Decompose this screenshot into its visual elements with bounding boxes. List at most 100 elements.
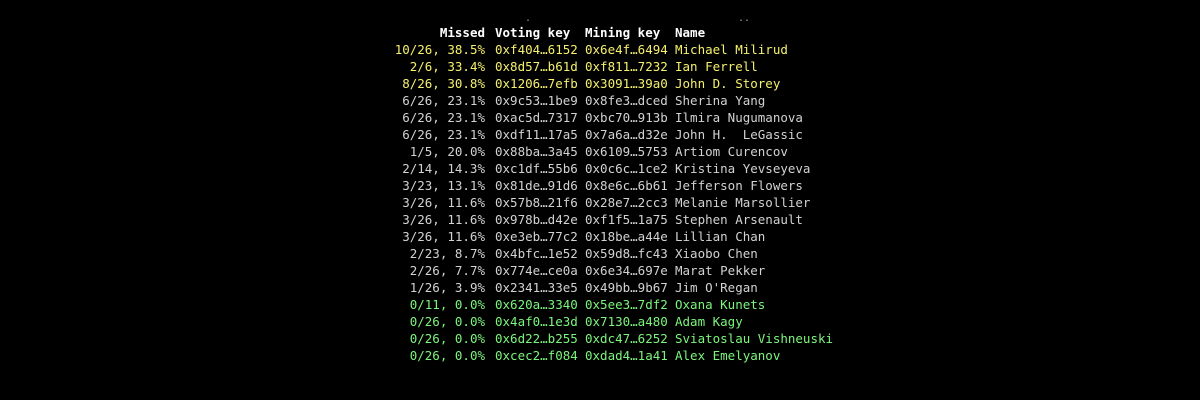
- cell-missed: 2/14, 14.3%: [402, 161, 485, 176]
- cell-mining-key: 0x28e7…2cc3: [585, 195, 668, 210]
- cell-voting-key: 0xc1df…55b6: [495, 161, 578, 176]
- cell-missed: 6/26, 23.1%: [402, 93, 485, 108]
- cell-mining-key: 0xf1f5…1a75: [585, 212, 668, 227]
- cell-name: Ilmira Nugumanova: [675, 110, 803, 125]
- cell-voting-key: 0x8d57…b61d: [495, 59, 578, 74]
- table-row: 2/26, 7.7% 0x774e…ce0a 0x6e34…697e Marat Pe…: [390, 262, 875, 279]
- table-row: 6/26, 23.1% 0xdf11…17a5 0x7a6a…d32e John H.…: [390, 126, 875, 143]
- cell-mining-key: 0xbc70…913b: [585, 110, 668, 125]
- table-row: 8/26, 30.8% 0x1206…7efb 0x3091…39a0 John D.…: [390, 75, 875, 92]
- cell-name: Lillian Chan: [675, 229, 766, 244]
- cell-mining-key: 0xf811…7232: [585, 59, 668, 74]
- cell-name: Marat Pekker: [675, 263, 766, 278]
- cell-name: John H. LeGassic: [675, 127, 803, 142]
- cell-name: Jefferson Flowers: [675, 178, 803, 193]
- cell-mining-key: 0x5ee3…7df2: [585, 297, 668, 312]
- cell-mining-key: 0x7a6a…d32e: [585, 127, 668, 142]
- cell-voting-key: 0xe3eb…77c2: [495, 229, 578, 244]
- table-row: 10/26, 38.5% 0xf404…6152 0x6e4f…6494 Michae…: [390, 41, 875, 58]
- cell-name: Artiom Curencov: [675, 144, 788, 159]
- cell-name: Xiaobo Chen: [675, 246, 758, 261]
- cell-voting-key: 0x4af0…1e3d: [495, 314, 578, 329]
- table-body: 10/26, 38.5% 0xf404…6152 0x6e4f…6494 Michae…: [390, 41, 875, 364]
- cell-name: Oxana Kunets: [675, 297, 766, 312]
- cell-voting-key: 0x4bfc…1e52: [495, 246, 578, 261]
- cell-voting-key: 0xf404…6152: [495, 42, 578, 57]
- cell-voting-key: 0x88ba…3a45: [495, 144, 578, 159]
- cell-missed: 8/26, 30.8%: [402, 76, 485, 91]
- cell-mining-key: 0x7130…a480: [585, 314, 668, 329]
- table-row: 6/26, 23.1% 0xac5d…7317 0xbc70…913b Ilmira …: [390, 109, 875, 126]
- cell-name: Adam Kagy: [675, 314, 743, 329]
- table-row: 3/26, 11.6% 0x57b8…21f6 0x28e7…2cc3 Melanie…: [390, 194, 875, 211]
- validator-table: Missed Voting key Mining key Name 10/26,…: [390, 24, 875, 364]
- table-row: 6/26, 23.1% 0x9c53…1be9 0x8fe3…dced Sherina…: [390, 92, 875, 109]
- cell-name: Alex Emelyanov: [675, 348, 781, 363]
- cell-missed: 6/26, 23.1%: [402, 110, 485, 125]
- cell-missed: 0/26, 0.0%: [409, 348, 485, 363]
- table-header-row: Missed Voting key Mining key Name: [390, 24, 875, 41]
- cell-missed: 6/26, 23.1%: [402, 127, 485, 142]
- cell-mining-key: 0x6109…5753: [585, 144, 668, 159]
- cell-missed: 2/23, 8.7%: [409, 246, 485, 261]
- cell-missed: 3/26, 11.6%: [402, 195, 485, 210]
- cell-missed: 3/23, 13.1%: [402, 178, 485, 193]
- table-row: 2/23, 8.7% 0x4bfc…1e52 0x59d8…fc43 Xiaobo C…: [390, 245, 875, 262]
- cell-voting-key: 0x9c53…1be9: [495, 93, 578, 108]
- cell-mining-key: 0xdad4…1a41: [585, 348, 668, 363]
- cell-mining-key: 0x59d8…fc43: [585, 246, 668, 261]
- table-row: 3/23, 13.1% 0x81de…91d6 0x8e6c…6b61 Jeffers…: [390, 177, 875, 194]
- cell-mining-key: 0x0c6c…1ce2: [585, 161, 668, 176]
- cell-mining-key: 0xdc47…6252: [585, 331, 668, 346]
- cell-mining-key: 0x18be…a44e: [585, 229, 668, 244]
- cell-voting-key: 0xdf11…17a5: [495, 127, 578, 142]
- cell-missed: 1/5, 20.0%: [409, 144, 485, 159]
- decor-dot: ..: [738, 13, 751, 24]
- header-name: Name: [675, 25, 706, 40]
- cell-missed: 0/26, 0.0%: [409, 314, 485, 329]
- cell-voting-key: 0xcec2…f084: [495, 348, 578, 363]
- cell-name: Michael Milirud: [675, 42, 788, 57]
- cell-name: Stephen Arsenault: [675, 212, 803, 227]
- cell-voting-key: 0x81de…91d6: [495, 178, 578, 193]
- cell-voting-key: 0x1206…7efb: [495, 76, 578, 91]
- cell-voting-key: 0x6d22…b255: [495, 331, 578, 346]
- table-row: 0/26, 0.0% 0x4af0…1e3d 0x7130…a480 Adam Kag…: [390, 313, 875, 330]
- table-row: 0/26, 0.0% 0x6d22…b255 0xdc47…6252 Sviatosl…: [390, 330, 875, 347]
- cell-mining-key: 0x6e34…697e: [585, 263, 668, 278]
- cell-name: Jim O'Regan: [675, 280, 758, 295]
- cell-voting-key: 0x57b8…21f6: [495, 195, 578, 210]
- table-row: 2/6, 33.4% 0x8d57…b61d 0xf811…7232 Ian Ferr…: [390, 58, 875, 75]
- decor-dot: .: [525, 13, 532, 24]
- cell-mining-key: 0x49bb…9b67: [585, 280, 668, 295]
- table-row: 2/14, 14.3% 0xc1df…55b6 0x0c6c…1ce2 Kristin…: [390, 160, 875, 177]
- cell-mining-key: 0x3091…39a0: [585, 76, 668, 91]
- cell-voting-key: 0x2341…33e5: [495, 280, 578, 295]
- header-voting-key: Voting key: [495, 25, 571, 40]
- table-row: 3/26, 11.6% 0x978b…d42e 0xf1f5…1a75 Stephen…: [390, 211, 875, 228]
- header-missed: Missed: [439, 25, 485, 40]
- cell-missed: 0/26, 0.0%: [409, 331, 485, 346]
- table-row: 3/26, 11.6% 0xe3eb…77c2 0x18be…a44e Lillian…: [390, 228, 875, 245]
- cell-name: Sherina Yang: [675, 93, 766, 108]
- cell-missed: 0/11, 0.0%: [409, 297, 485, 312]
- cell-name: Kristina Yevseyeva: [675, 161, 811, 176]
- cell-missed: 3/26, 11.6%: [402, 212, 485, 227]
- table-row: 1/5, 20.0% 0x88ba…3a45 0x6109…5753 Artiom C…: [390, 143, 875, 160]
- cell-name: John D. Storey: [675, 76, 781, 91]
- cell-name: Ian Ferrell: [675, 59, 758, 74]
- cell-missed: 2/26, 7.7%: [409, 263, 485, 278]
- cell-mining-key: 0x6e4f…6494: [585, 42, 668, 57]
- cell-mining-key: 0x8e6c…6b61: [585, 178, 668, 193]
- header-mining-key: Mining key: [585, 25, 661, 40]
- cell-missed: 3/26, 11.6%: [402, 229, 485, 244]
- terminal-window: . .. Missed Voting key Mining key Name 1…: [0, 0, 1200, 400]
- cell-missed: 2/6, 33.4%: [409, 59, 485, 74]
- cell-mining-key: 0x8fe3…dced: [585, 93, 668, 108]
- cell-missed: 10/26, 38.5%: [394, 42, 485, 57]
- cell-name: Sviatoslau Vishneuski: [675, 331, 834, 346]
- cell-voting-key: 0x978b…d42e: [495, 212, 578, 227]
- table-row: 1/26, 3.9% 0x2341…33e5 0x49bb…9b67 Jim O'Re…: [390, 279, 875, 296]
- cell-voting-key: 0x774e…ce0a: [495, 263, 578, 278]
- cell-name: Melanie Marsollier: [675, 195, 811, 210]
